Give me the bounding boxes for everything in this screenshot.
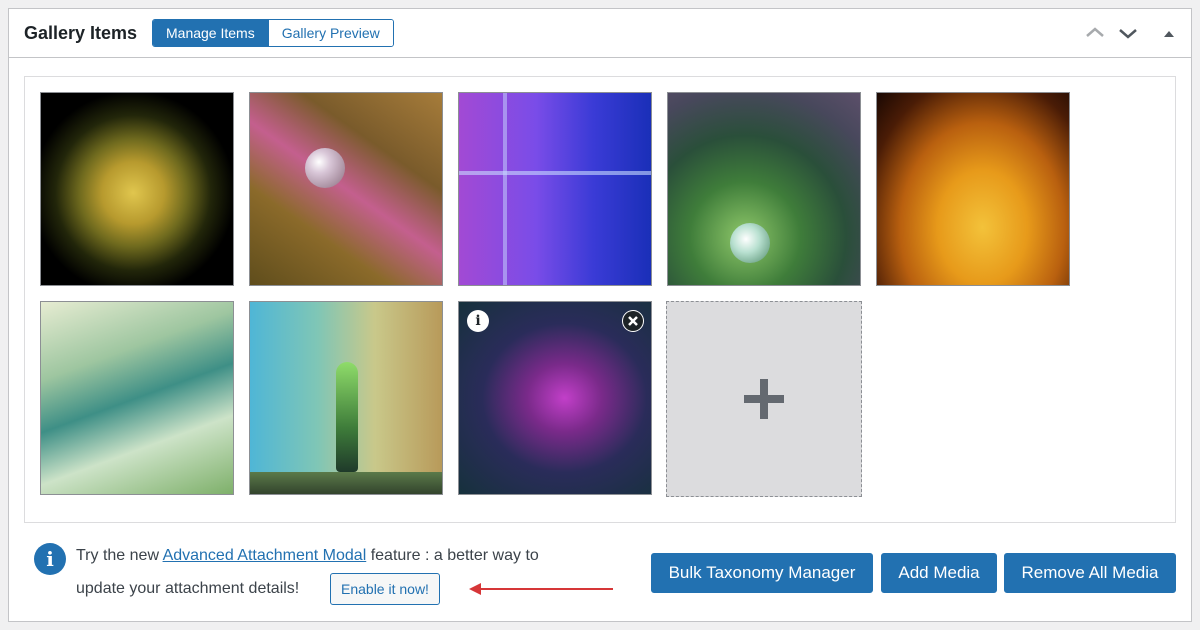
- notice-text-before: Try the new: [76, 547, 163, 564]
- droplet-shape: [305, 148, 345, 188]
- bubble-shape: [730, 223, 770, 263]
- gallery-item-pink-stem-droplet[interactable]: [249, 92, 443, 286]
- box-header: Gallery Items Manage Items Gallery Previ…: [9, 9, 1191, 58]
- view-tabs: Manage Items Gallery Preview: [152, 19, 394, 47]
- gallery-item-green-bubble-flower[interactable]: [667, 92, 861, 286]
- tab-gallery-preview[interactable]: Gallery Preview: [267, 20, 393, 46]
- chevron-up-icon[interactable]: [1083, 21, 1107, 45]
- thumbnail-image: [41, 302, 233, 494]
- thumbnail-image: [41, 93, 233, 285]
- gallery-grid: i: [24, 76, 1176, 523]
- info-icon: i: [34, 543, 66, 575]
- thumbnail-image: [459, 93, 651, 285]
- water-line: [459, 171, 651, 175]
- tab-manage-items[interactable]: Manage Items: [153, 20, 268, 46]
- gallery-item-yellow-rose[interactable]: [40, 92, 234, 286]
- gallery-item-water-drop-splash[interactable]: [249, 301, 443, 495]
- notice-text-after: feature : a better way to: [366, 547, 539, 564]
- thumbnail-image: [877, 93, 1069, 285]
- plus-icon: [744, 379, 784, 419]
- enable-it-now-button[interactable]: Enable it now!: [330, 573, 440, 605]
- gallery-item-purple-blue-splash[interactable]: [458, 92, 652, 286]
- gallery-item-green-blue-grass[interactable]: [40, 301, 234, 495]
- thumbnail-image: [250, 93, 442, 285]
- arrow-left-icon: [469, 583, 613, 595]
- box-title: Gallery Items: [24, 23, 138, 43]
- splash-base: [250, 472, 442, 494]
- gallery-item-purple-petal-droplet[interactable]: i: [458, 301, 652, 495]
- close-icon-glyph: [623, 311, 643, 331]
- gallery-item-orange-petal-droplets[interactable]: [876, 92, 1070, 286]
- gallery-items-box: Gallery Items Manage Items Gallery Previ…: [8, 8, 1192, 622]
- notice-text-line2: update your attachment details!: [76, 580, 300, 597]
- close-icon[interactable]: [622, 310, 644, 332]
- water-stream: [503, 93, 507, 285]
- info-icon[interactable]: i: [467, 310, 489, 332]
- advanced-attachment-modal-link[interactable]: Advanced Attachment Modal: [163, 547, 367, 564]
- notice-text: Try the new Advanced Attachment Modal fe…: [76, 547, 539, 565]
- bulk-taxonomy-manager-button[interactable]: Bulk Taxonomy Manager: [651, 553, 873, 593]
- remove-all-media-button[interactable]: Remove All Media: [1004, 553, 1176, 593]
- splash-column: [336, 362, 358, 472]
- triangle-up-icon[interactable]: [1157, 21, 1181, 45]
- add-media-button[interactable]: Add Media: [881, 553, 997, 593]
- add-item-tile[interactable]: [666, 301, 862, 497]
- chevron-down-icon[interactable]: [1116, 21, 1140, 45]
